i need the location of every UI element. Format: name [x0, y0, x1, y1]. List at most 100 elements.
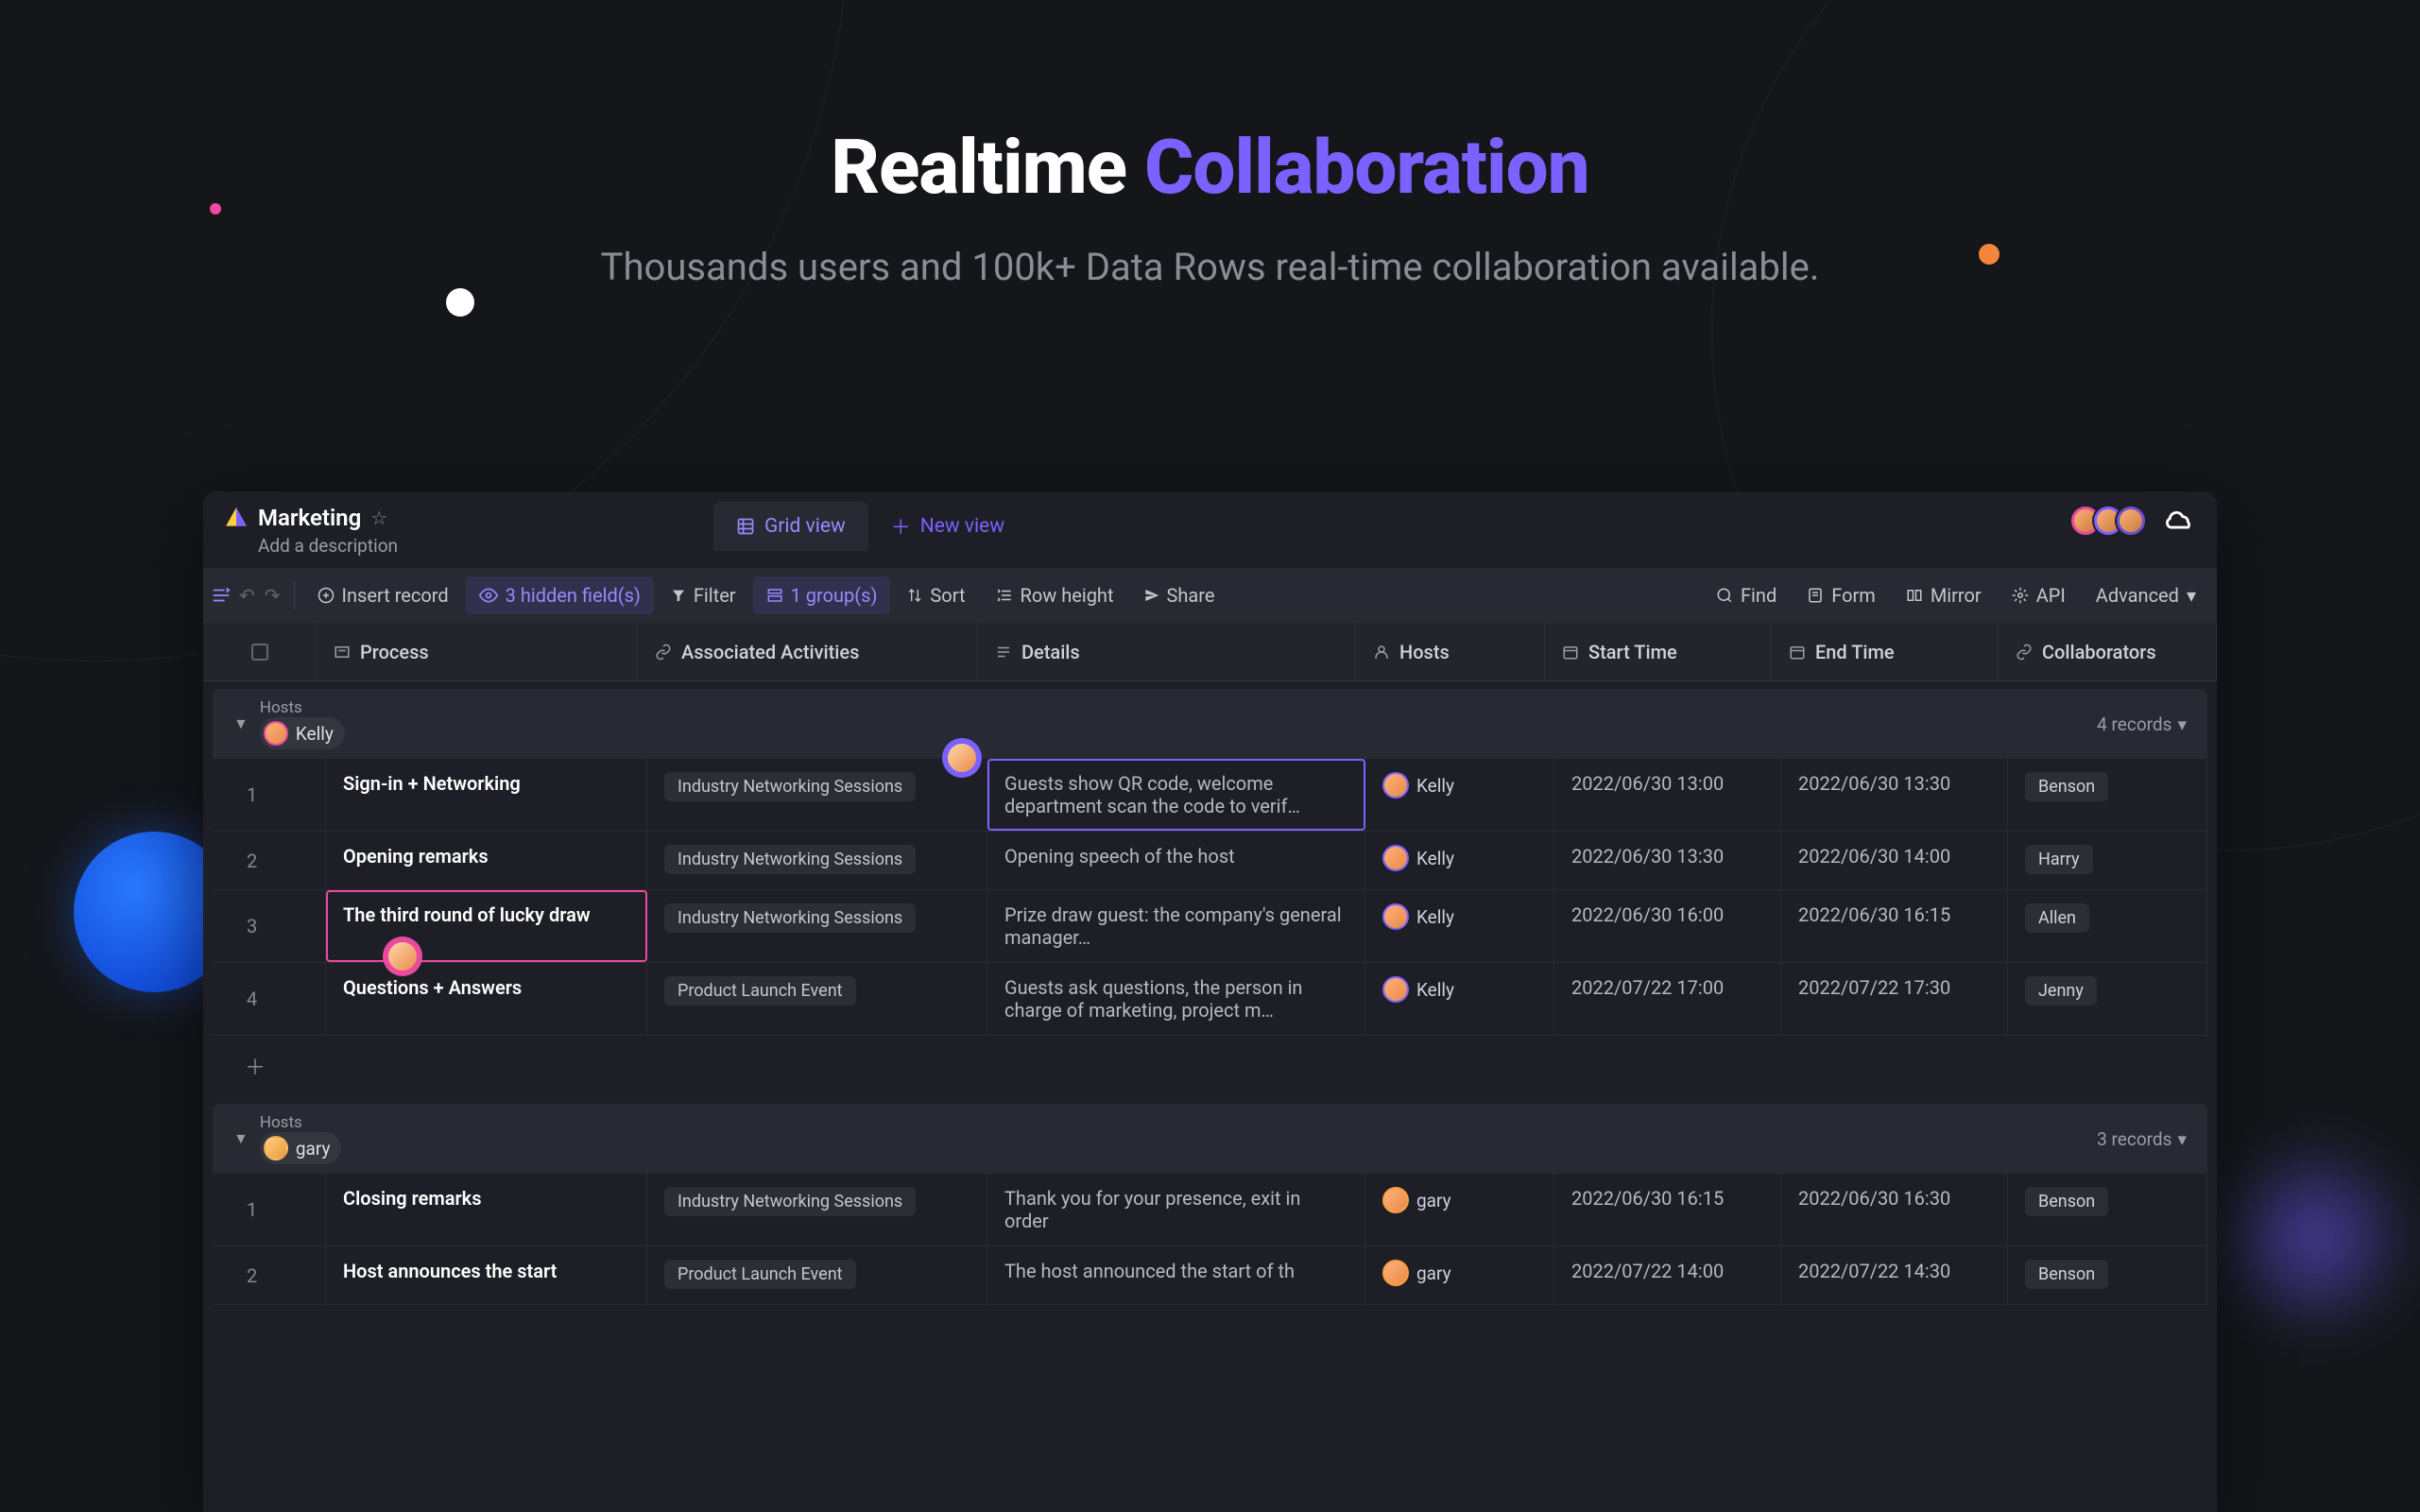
cell-start[interactable]: 2022/06/30 16:15	[1554, 1174, 1781, 1246]
undo-icon[interactable]: ↶	[239, 584, 255, 607]
row-height-button[interactable]: Row height	[983, 576, 1127, 614]
cell-activity[interactable]: Industry Networking Sessions	[647, 890, 987, 962]
expand-icon[interactable]	[211, 585, 232, 606]
tag: Jenny	[2025, 976, 2097, 1005]
cell-process[interactable]: Questions + Answers	[326, 963, 647, 1035]
filter-button[interactable]: Filter	[658, 576, 749, 614]
cell-collab[interactable]: Benson	[2008, 759, 2207, 831]
form-button[interactable]: Form	[1794, 576, 1889, 614]
hidden-fields-button[interactable]: 3 hidden field(s)	[466, 576, 654, 614]
table-row[interactable]: 1 Sign-in + Networking Industry Networki…	[213, 759, 2207, 832]
cell-details[interactable]: Thank you for your presence, exit in ord…	[987, 1174, 1365, 1246]
cell-collab[interactable]: Benson	[2008, 1246, 2207, 1304]
table-row[interactable]: 4 Questions + Answers Product Launch Eve…	[213, 963, 2207, 1036]
group-header[interactable]: ▼ Hosts Kelly 4 records▾	[213, 689, 2207, 759]
cell-activity[interactable]: Industry Networking Sessions	[647, 759, 987, 831]
hero-title-b: Collaboration	[1144, 123, 1589, 212]
cell-end[interactable]: 2022/07/22 17:30	[1781, 963, 2008, 1035]
avatar[interactable]	[2115, 505, 2147, 537]
cell-collab[interactable]: Jenny	[2008, 963, 2207, 1035]
cell-collab[interactable]: Harry	[2008, 832, 2207, 889]
find-button[interactable]: Find	[1703, 576, 1790, 614]
col-process[interactable]: Process	[317, 623, 638, 680]
col-details[interactable]: Details	[978, 623, 1356, 680]
cell-process[interactable]: Opening remarks	[326, 832, 647, 889]
cell-end[interactable]: 2022/06/30 16:30	[1781, 1174, 2008, 1246]
app-description[interactable]: Add a description	[203, 531, 2217, 568]
col-activities[interactable]: Associated Activities	[638, 623, 978, 680]
col-start-time[interactable]: Start Time	[1545, 623, 1772, 680]
cell-details[interactable]: The host announced the start of th	[987, 1246, 1365, 1304]
insert-record-button[interactable]: Insert record	[304, 576, 462, 614]
cell-process[interactable]: Closing remarks	[326, 1174, 647, 1246]
cell-process[interactable]: Host announces the start	[326, 1246, 647, 1304]
cell-end[interactable]: 2022/07/22 14:30	[1781, 1246, 2008, 1304]
add-row-button[interactable]: ＋	[213, 1036, 2207, 1096]
collapse-icon[interactable]: ▼	[233, 1129, 249, 1148]
cell-end[interactable]: 2022/06/30 14:00	[1781, 832, 2008, 889]
toolbar-label: Advanced	[2096, 584, 2179, 607]
cell-details[interactable]: Guests show QR code, welcome department …	[987, 759, 1365, 831]
avatar-icon	[1382, 1187, 1409, 1213]
star-icon[interactable]: ☆	[370, 507, 387, 529]
cell-collab[interactable]: Benson	[2008, 1174, 2207, 1246]
plus-circle-icon	[318, 587, 335, 604]
cell-details[interactable]: Opening speech of the host	[987, 832, 1365, 889]
cell-activity[interactable]: Product Launch Event	[647, 1246, 987, 1304]
eye-icon	[479, 586, 498, 605]
cell-host[interactable]: Kelly	[1365, 963, 1554, 1035]
group-field: Hosts	[260, 698, 334, 717]
cell-host[interactable]: Kelly	[1365, 759, 1554, 831]
cell-end[interactable]: 2022/06/30 16:15	[1781, 890, 2008, 962]
tag: Harry	[2025, 845, 2093, 874]
share-icon	[1144, 588, 1159, 603]
row-number: 3	[213, 890, 326, 962]
filter-icon	[671, 588, 686, 603]
table-row[interactable]: 2 Host announces the start Product Launc…	[213, 1246, 2207, 1305]
collapse-icon[interactable]: ▼	[233, 714, 249, 733]
api-button[interactable]: API	[1999, 576, 2079, 614]
group-header[interactable]: ▼ Hosts gary 3 records▾	[213, 1104, 2207, 1174]
cell-start[interactable]: 2022/06/30 13:30	[1554, 832, 1781, 889]
cell-activity[interactable]: Industry Networking Sessions	[647, 832, 987, 889]
col-collaborators[interactable]: Collaborators	[1999, 623, 2217, 680]
cell-start[interactable]: 2022/07/22 17:00	[1554, 963, 1781, 1035]
advanced-button[interactable]: Advanced ▾	[2083, 576, 2209, 614]
cell-start[interactable]: 2022/07/22 14:00	[1554, 1246, 1781, 1304]
cell-process[interactable]: Sign-in + Networking	[326, 759, 647, 831]
mirror-button[interactable]: Mirror	[1893, 576, 1995, 614]
col-end-time[interactable]: End Time	[1772, 623, 1999, 680]
cell-start[interactable]: 2022/06/30 16:00	[1554, 890, 1781, 962]
cell-activity[interactable]: Product Launch Event	[647, 963, 987, 1035]
group-count[interactable]: 4 records▾	[2097, 713, 2187, 735]
table-row[interactable]: 2 Opening remarks Industry Networking Se…	[213, 832, 2207, 890]
cell-start[interactable]: 2022/06/30 13:00	[1554, 759, 1781, 831]
cell-activity[interactable]: Industry Networking Sessions	[647, 1174, 987, 1246]
cell-host[interactable]: Kelly	[1365, 832, 1554, 889]
toolbar-label: 3 hidden field(s)	[506, 584, 641, 607]
share-button[interactable]: Share	[1131, 576, 1228, 614]
table-row[interactable]: 1 Closing remarks Industry Networking Se…	[213, 1174, 2207, 1246]
cell-end[interactable]: 2022/06/30 13:30	[1781, 759, 2008, 831]
col-hosts[interactable]: Hosts	[1356, 623, 1545, 680]
cell-host[interactable]: Kelly	[1365, 890, 1554, 962]
col-checkbox[interactable]	[203, 623, 317, 680]
sort-button[interactable]: Sort	[894, 576, 978, 614]
cell-host[interactable]: gary	[1365, 1174, 1554, 1246]
groups-button[interactable]: 1 group(s)	[753, 576, 891, 614]
redo-icon[interactable]: ↷	[265, 584, 281, 607]
collaborator-avatars[interactable]	[2079, 505, 2147, 537]
tab-grid-view[interactable]: Grid view	[713, 502, 868, 551]
table-row[interactable]: 3 The third round of lucky draw Industry…	[213, 890, 2207, 963]
tab-new-view[interactable]: ＋ New view	[868, 499, 1027, 554]
hero-title-a: Realtime	[831, 123, 1126, 212]
cloud-sync-icon[interactable]	[2164, 508, 2196, 533]
tag: Industry Networking Sessions	[664, 845, 916, 874]
checkbox-icon[interactable]	[251, 644, 268, 661]
cell-details[interactable]: Guests ask questions, the person in char…	[987, 963, 1365, 1035]
cell-host[interactable]: gary	[1365, 1246, 1554, 1304]
group-count[interactable]: 3 records▾	[2097, 1128, 2187, 1150]
cell-process[interactable]: The third round of lucky draw	[326, 890, 647, 962]
cell-details[interactable]: Prize draw guest: the company's general …	[987, 890, 1365, 962]
cell-collab[interactable]: Allen	[2008, 890, 2207, 962]
